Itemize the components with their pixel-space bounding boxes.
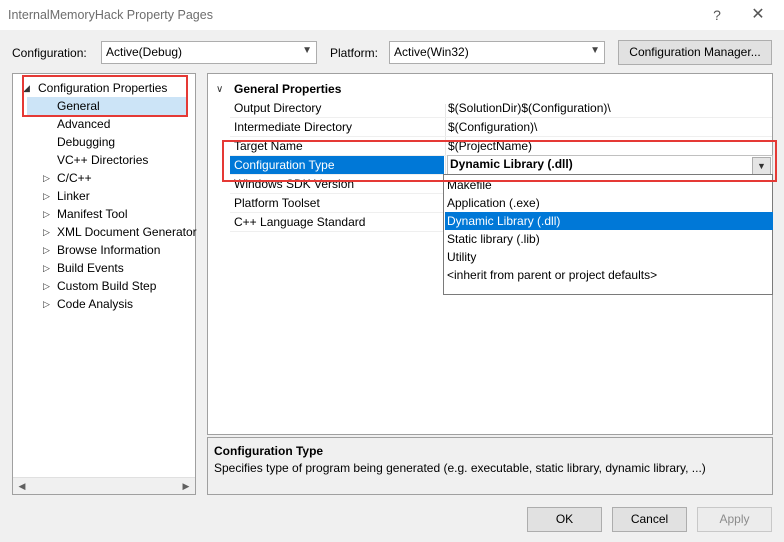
expand-triangle-icon[interactable]: ▷ (43, 259, 50, 277)
description-text: Specifies type of program being generate… (214, 461, 706, 475)
grid-property-value: $(Configuration)\ (448, 120, 538, 134)
scroll-left-icon[interactable]: ◀ (14, 479, 30, 494)
grid-property-name: Configuration Type (234, 158, 335, 172)
grid-row-target-name[interactable]: Target Name $(ProjectName) (208, 137, 772, 156)
configuration-manager-button[interactable]: Configuration Manager... (618, 40, 772, 65)
grid-property-value: $(SolutionDir)$(Configuration)\ (448, 101, 611, 115)
dropdown-option[interactable]: Application (.exe) (445, 194, 773, 212)
tree-horizontal-scrollbar[interactable]: ◀ ▶ (13, 477, 195, 494)
tree-item-label: Code Analysis (57, 297, 134, 311)
tree-item-label: Linker (57, 189, 90, 203)
tree-item-browse-information[interactable]: ▷ Browse Information (13, 241, 195, 259)
tree-item-manifest-tool[interactable]: ▷ Manifest Tool (13, 205, 195, 223)
tree-item-advanced[interactable]: Advanced (13, 115, 195, 133)
dropdown-option[interactable]: Makefile (445, 176, 773, 194)
tree-item-label: Build Events (57, 261, 124, 275)
tree-root-configuration-properties[interactable]: ◢ Configuration Properties (13, 79, 195, 97)
expand-triangle-icon[interactable]: ▷ (43, 187, 50, 205)
configuration-select-value: Active(Debug) (106, 45, 183, 59)
expand-triangle-icon[interactable]: ▷ (43, 205, 50, 223)
tree-item-label: Browse Information (57, 243, 161, 257)
chevron-down-icon: ▼ (302, 45, 312, 56)
configuration-type-dropdown[interactable]: Makefile Application (.exe) Dynamic Librar… (443, 174, 773, 295)
property-tree[interactable]: ◢ Configuration Properties General Advanc… (12, 73, 197, 495)
tree-item-xml-document-generator[interactable]: ▷ XML Document Generator (13, 223, 197, 241)
ok-button[interactable]: OK (527, 507, 602, 532)
expanded-triangle-icon[interactable]: ◢ (23, 79, 30, 97)
configuration-type-select[interactable]: Dynamic Library (.dll) ▼ (447, 155, 773, 176)
chevron-down-icon: ▼ (590, 45, 600, 56)
description-title: Configuration Type (214, 444, 324, 458)
tree-item-label: VC++ Directories (57, 153, 149, 167)
grid-property-value: $(ProjectName) (448, 139, 533, 153)
expand-triangle-icon[interactable]: ▷ (43, 295, 50, 313)
tree-item-label: XML Document Generator (57, 225, 197, 239)
tree-item-label: Manifest Tool (57, 207, 128, 221)
grid-section-header[interactable]: ∨ General Properties (208, 80, 772, 99)
platform-label: Platform: (330, 46, 379, 60)
grid-property-name: Target Name (234, 139, 303, 153)
grid-row-output-directory[interactable]: Output Directory $(SolutionDir)$(Configur… (208, 99, 772, 118)
dropdown-option[interactable]: <inherit from parent or project defaults… (445, 266, 773, 284)
dropdown-option[interactable]: Utility (445, 248, 773, 266)
description-panel: Configuration Type Specifies type of pro… (207, 437, 773, 495)
expand-triangle-icon[interactable]: ▷ (43, 223, 50, 241)
tree-item-label: C/C++ (57, 171, 92, 185)
platform-select-value: Active(Win32) (394, 45, 469, 59)
tree-item-c-c[interactable]: ▷ C/C++ (13, 169, 195, 187)
tree-item-label: Custom Build Step (57, 279, 157, 293)
window-title: InternalMemoryHack Property Pages (8, 8, 213, 22)
tree-item-label: Debugging (57, 135, 116, 149)
configuration-select[interactable]: Active(Debug) ▼ (101, 41, 317, 64)
tree-item-general[interactable]: General (27, 97, 187, 115)
tree-item-build-events[interactable]: ▷ Build Events (13, 259, 195, 277)
expand-triangle-icon[interactable]: ▷ (43, 241, 50, 259)
tree-item-linker[interactable]: ▷ Linker (13, 187, 195, 205)
tree-item-code-analysis[interactable]: ▷ Code Analysis (13, 295, 195, 313)
tree-item-custom-build-step[interactable]: ▷ Custom Build Step (13, 277, 195, 295)
expand-triangle-icon[interactable]: ▷ (43, 277, 50, 295)
tree-item-debugging[interactable]: Debugging (13, 133, 195, 151)
platform-select[interactable]: Active(Win32) ▼ (389, 41, 605, 64)
grid-property-name: C++ Language Standard (234, 215, 366, 229)
collapse-chevron-icon[interactable]: ∨ (216, 80, 223, 99)
grid-section-title: General Properties (234, 82, 342, 96)
apply-button[interactable]: Apply (697, 507, 772, 532)
dropdown-option[interactable]: Static library (.lib) (445, 230, 773, 248)
dropdown-option[interactable]: Dynamic Library (.dll) (445, 212, 773, 230)
title-bar: InternalMemoryHack Property Pages ? ✕ (0, 0, 784, 30)
tree-item-vc-directories[interactable]: VC++ Directories (13, 151, 195, 169)
grid-property-name: Output Directory (234, 101, 322, 115)
expand-triangle-icon[interactable]: ▷ (43, 169, 50, 187)
grid-property-name: Platform Toolset (234, 196, 320, 210)
close-icon[interactable]: ✕ (742, 2, 774, 28)
tree-item-label: Advanced (57, 117, 111, 131)
tree-root-label: Configuration Properties (38, 81, 168, 95)
grid-property-name: Intermediate Directory (234, 120, 353, 134)
grid-property-name: Windows SDK Version (234, 177, 355, 191)
configuration-type-value: Dynamic Library (.dll) (450, 157, 573, 171)
configuration-label: Configuration: (12, 46, 87, 60)
scroll-right-icon[interactable]: ▶ (178, 479, 194, 494)
tree-item-label: General (57, 99, 100, 113)
help-button[interactable]: ? (704, 2, 730, 28)
cancel-button[interactable]: Cancel (612, 507, 687, 532)
grid-row-intermediate-directory[interactable]: Intermediate Directory $(Configuration)\ (208, 118, 772, 137)
